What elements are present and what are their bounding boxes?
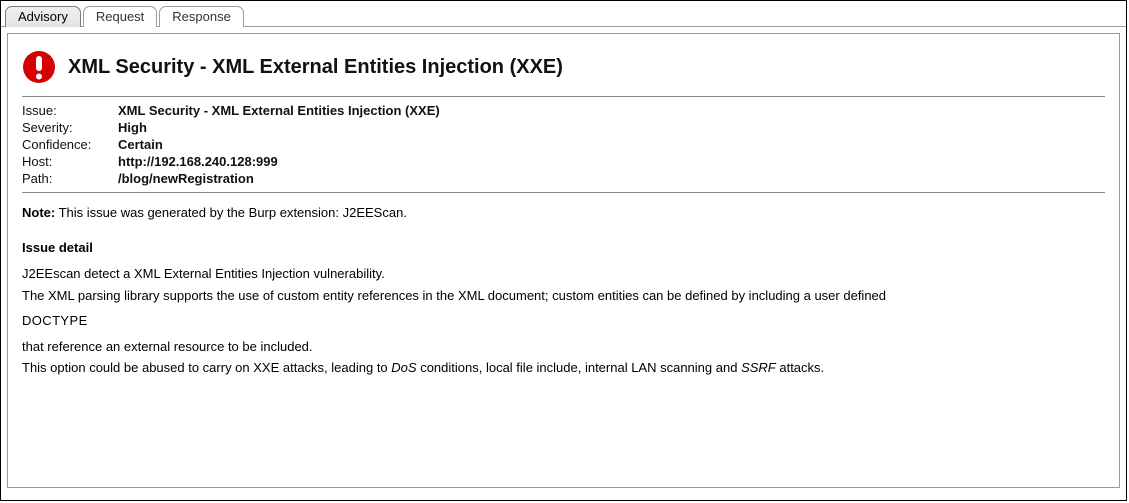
advisory-window: Advisory Request Response XML Security -… — [0, 0, 1127, 501]
detail-doctype: DOCTYPE — [22, 312, 1105, 330]
note-prefix: Note: — [22, 205, 55, 220]
meta-grid: Issue: XML Security - XML External Entit… — [22, 103, 1105, 186]
meta-severity-label: Severity: — [22, 120, 114, 135]
meta-severity-value: High — [118, 120, 1105, 135]
meta-path-value: /blog/newRegistration — [118, 171, 1105, 186]
tab-response[interactable]: Response — [159, 6, 244, 27]
term-dos: DoS — [391, 360, 416, 375]
term-ssrf: SSRF — [741, 360, 776, 375]
issue-detail-heading: Issue detail — [22, 240, 1105, 255]
alert-icon — [22, 50, 56, 84]
meta-issue-label: Issue: — [22, 103, 114, 118]
divider-top — [22, 96, 1105, 97]
detail-line-2: The XML parsing library supports the use… — [22, 287, 1105, 305]
meta-host-label: Host: — [22, 154, 114, 169]
issue-detail-body: J2EEscan detect a XML External Entities … — [22, 265, 1105, 377]
divider-bottom — [22, 192, 1105, 193]
detail-line-5a: This option could be abused to carry on … — [22, 360, 391, 375]
detail-line-1: J2EEscan detect a XML External Entities … — [22, 265, 1105, 283]
detail-line-5: This option could be abused to carry on … — [22, 359, 1105, 377]
note-line: Note: This issue was generated by the Bu… — [22, 205, 1105, 220]
meta-confidence-value: Certain — [118, 137, 1105, 152]
meta-path-label: Path: — [22, 171, 114, 186]
advisory-panel: XML Security - XML External Entities Inj… — [7, 33, 1120, 488]
page-title: XML Security - XML External Entities Inj… — [68, 56, 563, 79]
meta-issue-value: XML Security - XML External Entities Inj… — [118, 103, 1105, 118]
detail-line-5c: attacks. — [776, 360, 824, 375]
tab-request[interactable]: Request — [83, 6, 157, 27]
meta-host-value: http://192.168.240.128:999 — [118, 154, 1105, 169]
note-text: This issue was generated by the Burp ext… — [55, 205, 407, 220]
tab-advisory[interactable]: Advisory — [5, 6, 81, 27]
detail-line-5b: conditions, local file include, internal… — [417, 360, 741, 375]
title-row: XML Security - XML External Entities Inj… — [22, 50, 1105, 84]
content-outer: XML Security - XML External Entities Inj… — [1, 27, 1126, 494]
tab-bar: Advisory Request Response — [1, 4, 1126, 27]
detail-line-4: that reference an external resource to b… — [22, 338, 1105, 356]
meta-confidence-label: Confidence: — [22, 137, 114, 152]
